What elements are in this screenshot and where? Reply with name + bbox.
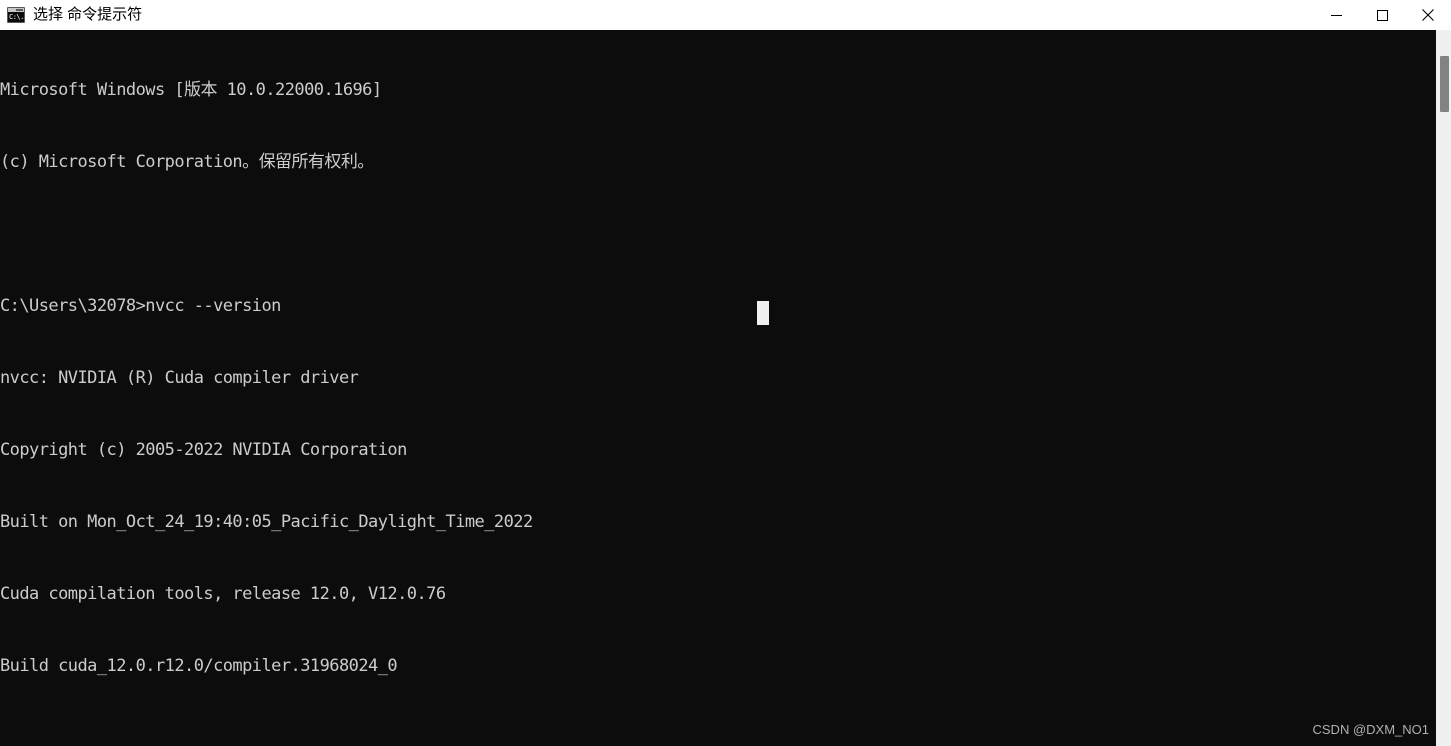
title-bar-left: C:\. 选择 命令提示符 <box>0 0 1313 30</box>
block-cursor <box>757 301 769 325</box>
watermark: CSDN @DXM_NO1 <box>1312 722 1430 737</box>
title-bar[interactable]: C:\. 选择 命令提示符 <box>0 0 1451 30</box>
minimize-button[interactable] <box>1313 0 1359 30</box>
terminal-surface[interactable]: Microsoft Windows [版本 10.0.22000.1696] (… <box>0 30 1451 746</box>
cmd-icon-glyph: C:\. <box>9 13 24 21</box>
console-line: (c) Microsoft Corporation。保留所有权利。 <box>0 152 374 172</box>
command-prompt-window: C:\. 选择 命令提示符 Microsoft Windows [版本 10.0… <box>0 0 1451 746</box>
maximize-icon <box>1376 9 1388 21</box>
console-line-command: C:\Users\32078>nvcc --version <box>0 296 281 316</box>
console-line: Copyright (c) 2005-2022 NVIDIA Corporati… <box>0 440 407 460</box>
scrollbar-thumb[interactable] <box>1440 56 1449 112</box>
maximize-button[interactable] <box>1359 0 1405 30</box>
close-button[interactable] <box>1405 0 1451 30</box>
console-line: nvcc: NVIDIA (R) Cuda compiler driver <box>0 368 359 388</box>
cmd-prompt-icon: C:\. <box>7 7 25 23</box>
console-line: Built on Mon_Oct_24_19:40:05_Pacific_Day… <box>0 512 533 532</box>
console-output: Microsoft Windows [版本 10.0.22000.1696] (… <box>0 30 533 746</box>
window-controls <box>1313 0 1451 30</box>
window-title: 选择 命令提示符 <box>33 6 143 23</box>
console-line: Build cuda_12.0.r12.0/compiler.31968024_… <box>0 656 398 676</box>
close-icon <box>1422 9 1434 21</box>
vertical-scrollbar[interactable] <box>1436 30 1451 746</box>
console-line: Cuda compilation tools, release 12.0, V1… <box>0 584 446 604</box>
minimize-icon <box>1330 14 1342 16</box>
console-line: Microsoft Windows [版本 10.0.22000.1696] <box>0 80 382 100</box>
